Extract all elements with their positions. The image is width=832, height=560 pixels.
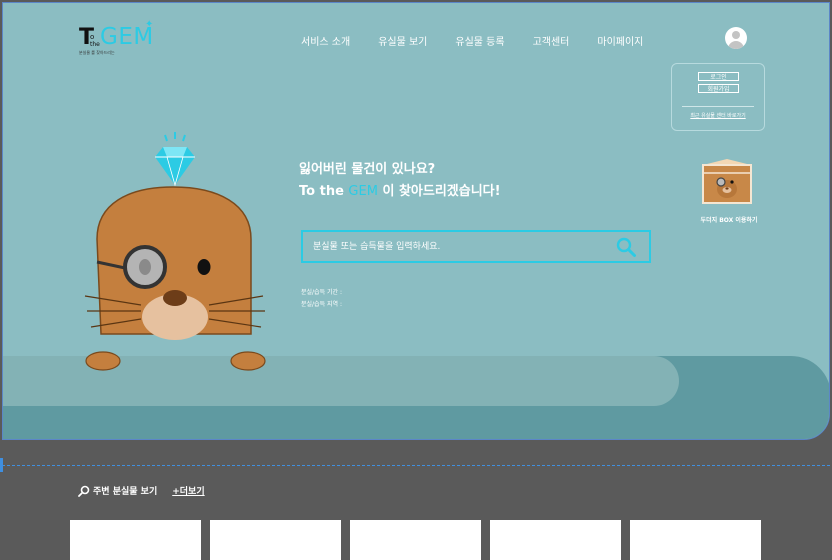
nav-register-item[interactable]: 유실물 등록 xyxy=(455,33,504,49)
signup-button[interactable]: 회원가입 xyxy=(698,84,739,93)
main-nav: 서비스 소개 유실물 보기 유실물 등록 고객센터 마이페이지 xyxy=(301,33,671,49)
search-icon[interactable] xyxy=(615,236,637,258)
item-card[interactable] xyxy=(350,520,481,560)
filter-region[interactable]: 분실/습득 지역 : xyxy=(301,299,342,311)
more-link[interactable]: +더보기 xyxy=(172,484,204,497)
mole-box[interactable]: 두더지 BOX 이용하기 xyxy=(693,157,765,227)
user-panel: 로그인 회원가입 최근 유실물 센터 바로가기 xyxy=(671,63,765,131)
nav-customer-center[interactable]: 고객센터 xyxy=(533,33,570,49)
user-avatar-icon[interactable] xyxy=(725,27,747,49)
nav-service-intro[interactable]: 서비스 소개 xyxy=(301,33,350,49)
item-card[interactable] xyxy=(490,520,621,560)
avatar-head xyxy=(732,31,740,39)
item-card[interactable] xyxy=(210,520,341,560)
headline-prefix: To the xyxy=(299,184,349,199)
nav-lost-items[interactable]: 유실물 보기 xyxy=(378,33,427,49)
filter-period[interactable]: 분실/습득 기간 : xyxy=(301,287,342,299)
headline-gem: GEM xyxy=(348,184,378,199)
nearby-section-header: 주변 분실물 보기 +더보기 xyxy=(78,484,205,497)
sparkle-icon: ✦ xyxy=(145,19,154,30)
logo-o: o xyxy=(90,33,95,41)
headline: 잃어버린 물건이 있나요? To the GEM 이 찾아드리겠습니다! xyxy=(299,159,501,203)
nearby-cards xyxy=(70,520,770,560)
box-label: 두더지 BOX 이용하기 xyxy=(700,217,758,224)
headline-line2: To the GEM 이 찾아드리겠습니다! xyxy=(299,181,501,203)
box-icon xyxy=(702,159,752,204)
search-input[interactable] xyxy=(313,238,603,255)
nearby-title: 주변 분실물 보기 xyxy=(93,487,158,497)
item-card[interactable] xyxy=(70,520,201,560)
mole-mascot-icon xyxy=(84,132,266,371)
nav-mypage[interactable]: 마이페이지 xyxy=(597,33,643,49)
headline-suffix: 이 찾아드리겠습니다! xyxy=(377,184,501,199)
filters: 분실/습득 기간 : 분실/습득 지역 : xyxy=(301,287,342,311)
avatar-body xyxy=(728,41,744,49)
logo[interactable]: T o the GEM ✦ 분실물 를 찾아드리는 xyxy=(79,19,159,59)
logo-the: the xyxy=(90,41,100,48)
recent-center-link[interactable]: 최근 유실물 센터 바로가기 xyxy=(672,112,764,119)
item-card[interactable] xyxy=(630,520,761,560)
hero-section: T o the GEM ✦ 분실물 를 찾아드리는 서비스 소개 유실물 보기 … xyxy=(2,2,830,440)
section-divider xyxy=(2,465,830,466)
panel-divider xyxy=(682,106,754,107)
login-button[interactable]: 로그인 xyxy=(698,72,739,81)
logo-tagline: 분실물 를 찾아드리는 xyxy=(79,50,115,55)
magnifier-icon xyxy=(78,485,90,497)
headline-line1: 잃어버린 물건이 있나요? xyxy=(299,162,436,177)
search-bar xyxy=(301,230,651,263)
